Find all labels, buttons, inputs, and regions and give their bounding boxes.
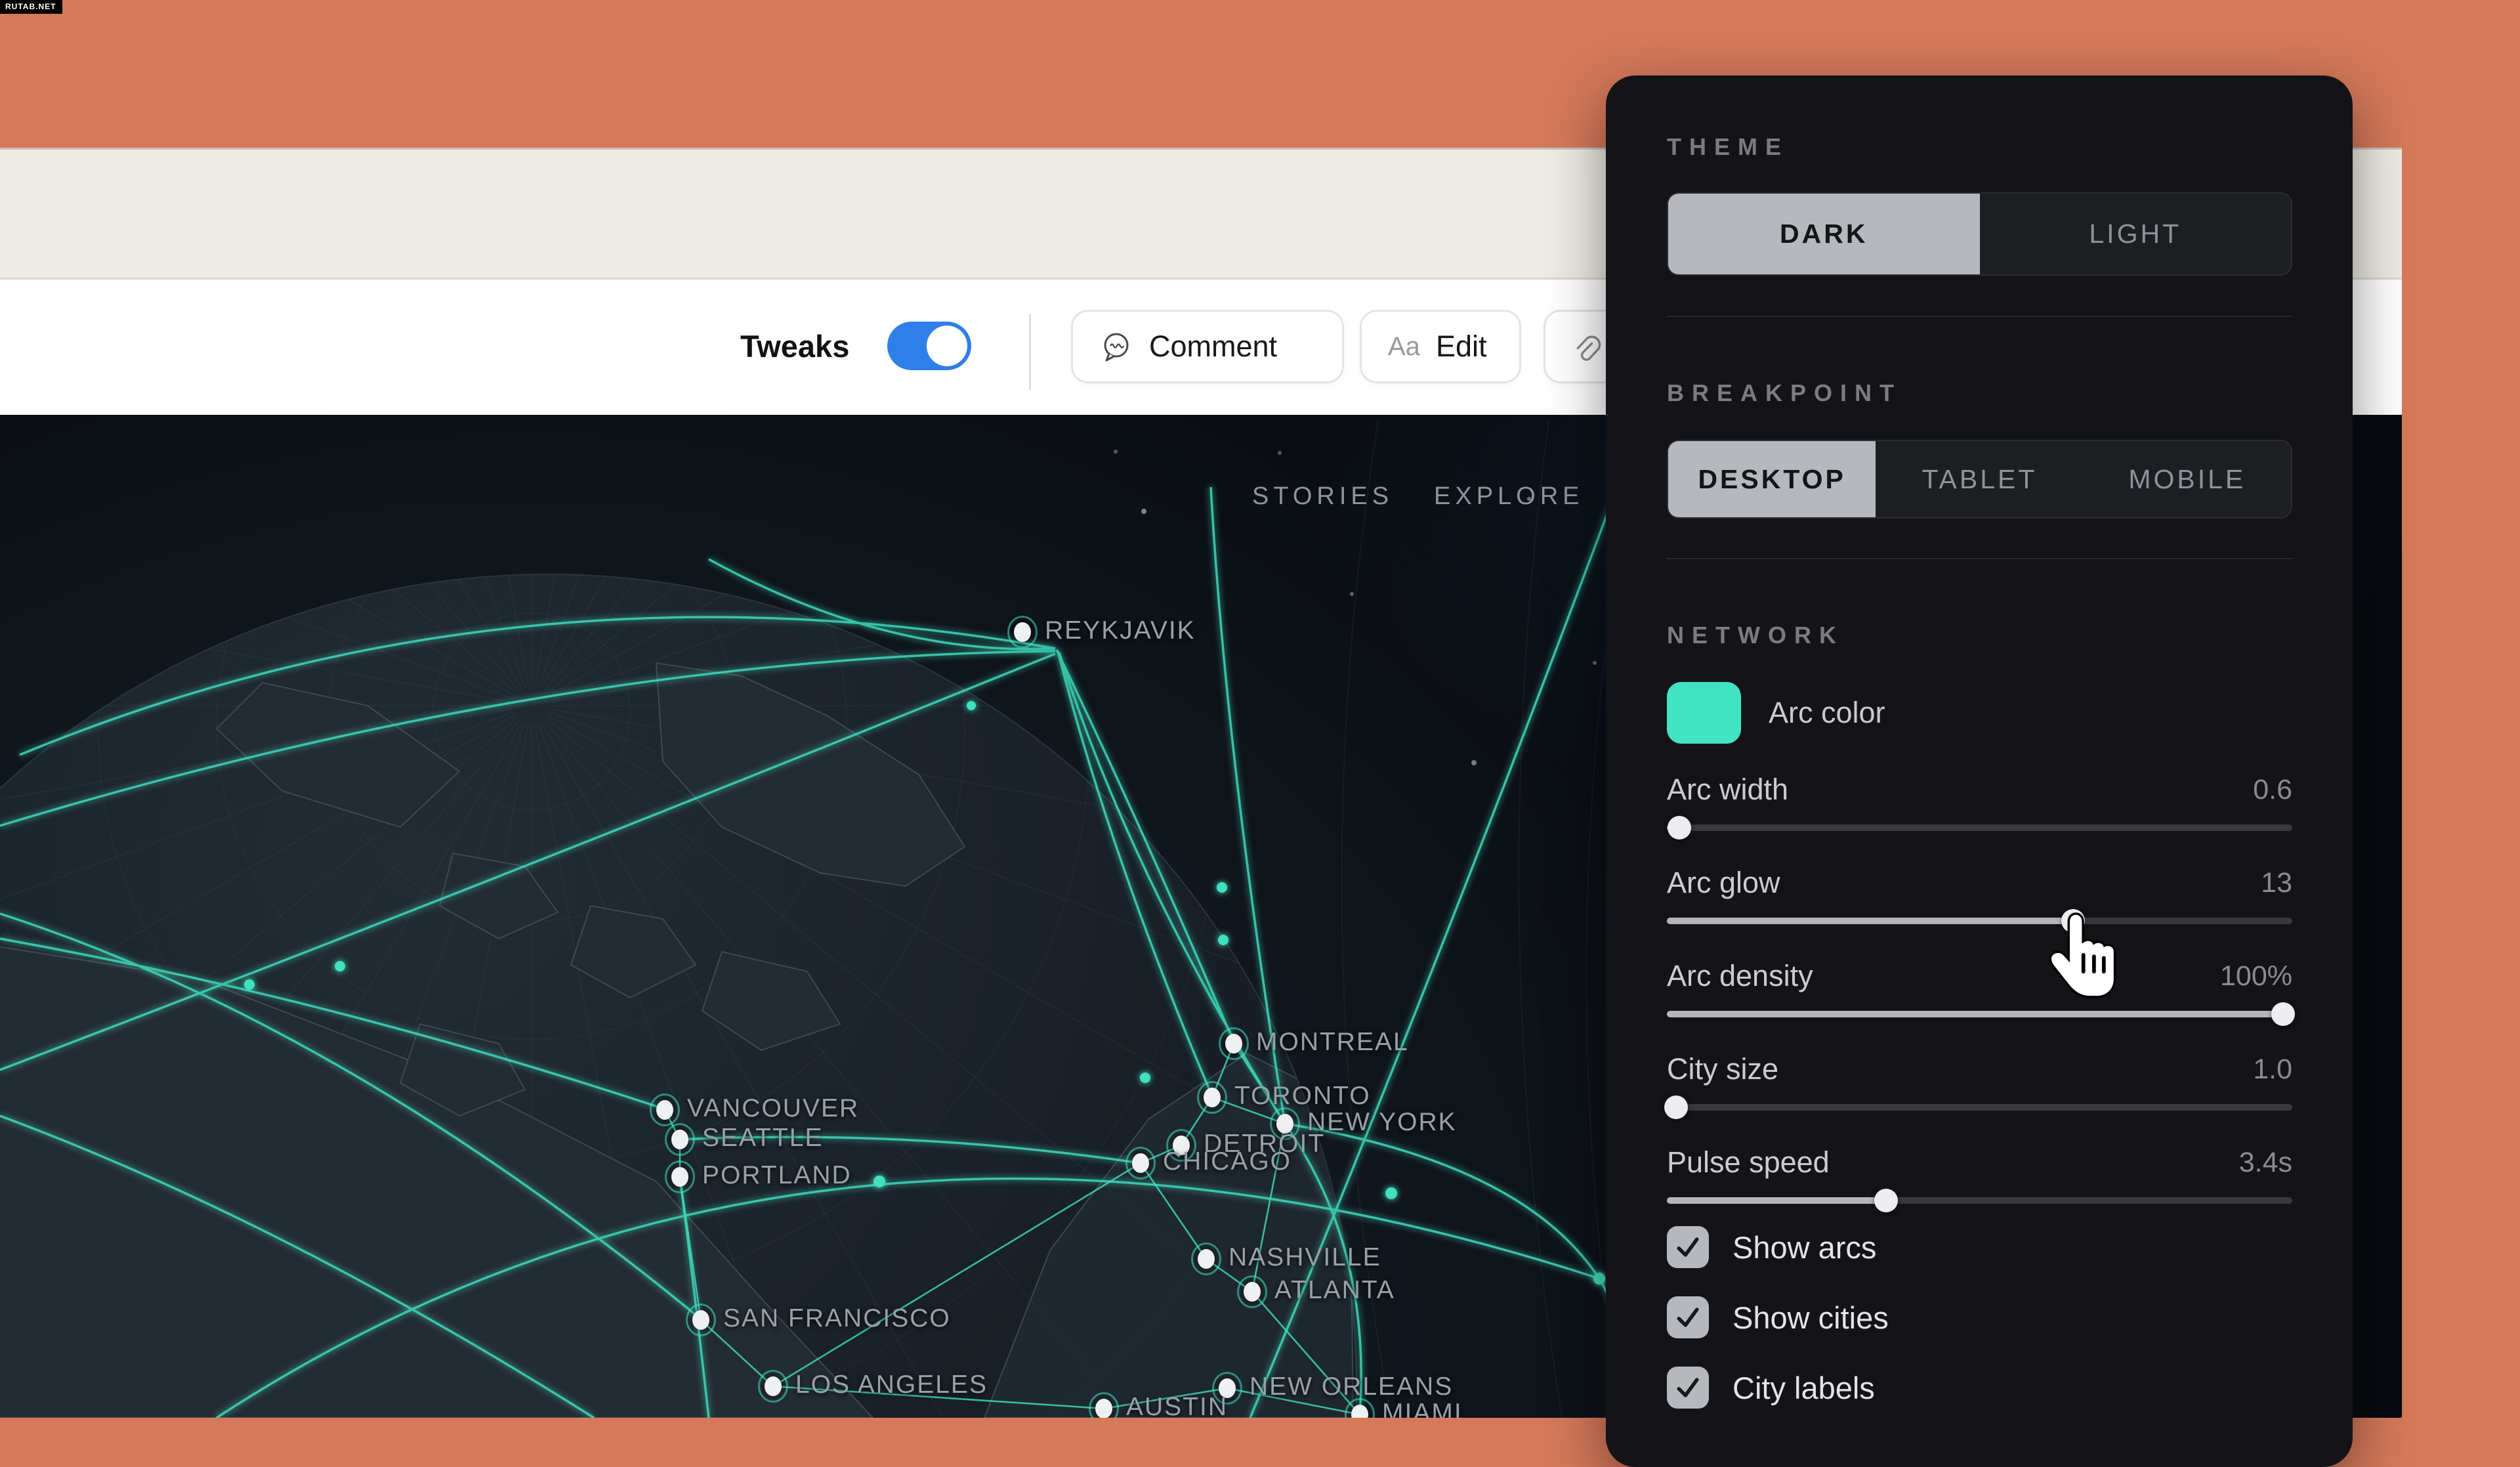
checkbox-show-arcs[interactable] [1667, 1226, 1709, 1268]
slider-track-arc-glow[interactable] [1667, 918, 2292, 924]
slider-value-arc-glow: 13 [2261, 864, 2292, 901]
slider-track-pulse-speed[interactable] [1667, 1197, 2292, 1204]
network-heading: NETWORK [1667, 622, 2292, 649]
checkbox-label-show-arcs: Show arcs [1732, 1229, 1876, 1265]
city-label: NEW YORK [1307, 1108, 1457, 1137]
checkmark-icon [1673, 1373, 1702, 1402]
slider-thumb-city-size[interactable] [1664, 1095, 1688, 1119]
city-label: NEW ORLEANS [1250, 1372, 1453, 1401]
checkbox-row-show-cities: Show cities [1667, 1296, 1889, 1338]
slider-thumb-pulse-speed[interactable] [1874, 1189, 1898, 1212]
slider-label-arc-density: Arc density [1667, 958, 1813, 994]
segment-mobile[interactable]: MOBILE [2084, 441, 2291, 517]
slider-value-arc-width: 0.6 [2253, 771, 2292, 808]
city-dot [1351, 1405, 1368, 1418]
city-label: REYKJAVIK [1045, 616, 1196, 645]
city-label: PORTLAND [702, 1161, 852, 1190]
slider-value-arc-density: 100% [2220, 958, 2292, 994]
checkbox-show-cities[interactable] [1667, 1296, 1709, 1338]
nav-explore[interactable]: EXPLORE [1434, 482, 1584, 511]
comment-button[interactable]: Comment [1071, 310, 1344, 383]
breakpoint-segmented-control: DESKTOPTABLETMOBILE [1667, 440, 2292, 519]
nav-stories[interactable]: STORIES [1252, 482, 1393, 511]
city-label: TORONTO [1234, 1082, 1371, 1111]
theme-heading: THEME [1667, 133, 2292, 161]
checkmark-icon [1673, 1233, 1702, 1262]
city-dot [671, 1130, 688, 1149]
checkbox-row-city-labels: City labels [1667, 1367, 1875, 1409]
comment-button-label: Comment [1149, 330, 1277, 364]
arc-color-label: Arc color [1769, 694, 1885, 731]
slider-label-city-size: City size [1667, 1051, 1778, 1088]
city-label: NASHVILLE [1228, 1243, 1381, 1272]
city-label: SEATTLE [702, 1124, 824, 1153]
slider-fill [1667, 1197, 1886, 1204]
slider-fill [1667, 1011, 2283, 1017]
checkmark-icon [1673, 1303, 1702, 1332]
segment-tablet[interactable]: TABLET [1876, 441, 2083, 517]
city-dot [1225, 1034, 1242, 1053]
panel-divider [1667, 316, 2292, 317]
slider-track-arc-density[interactable] [1667, 1011, 2292, 1017]
slider-thumb-arc-glow[interactable] [2061, 909, 2085, 933]
breakpoint-heading: BREAKPOINT [1667, 379, 2292, 407]
city-dot [656, 1100, 673, 1120]
city-dot [1244, 1282, 1261, 1302]
city-label: AUSTIN [1126, 1393, 1228, 1418]
checkbox-label-show-cities: Show cities [1732, 1300, 1889, 1336]
city-label: CHICAGO [1163, 1147, 1292, 1176]
city-label: ATLANTA [1274, 1276, 1395, 1305]
city-dot [765, 1376, 782, 1396]
slider-value-pulse-speed: 3.4s [2239, 1144, 2292, 1181]
edit-button[interactable]: Aa Edit [1360, 310, 1521, 383]
slider-track-city-size[interactable] [1667, 1104, 2292, 1111]
city-dot [1198, 1249, 1215, 1269]
toggle-knob [927, 326, 967, 366]
city-dot [671, 1167, 688, 1187]
city-label: LOS ANGELES [795, 1371, 988, 1399]
city-dot [1014, 622, 1031, 642]
slider-fill [1667, 918, 2073, 924]
paperclip-icon [1572, 330, 1602, 364]
segment-dark[interactable]: DARK [1668, 194, 1980, 274]
city-label: MONTREAL [1256, 1028, 1409, 1057]
checkbox-row-show-arcs: Show arcs [1667, 1226, 1876, 1268]
city-label: SAN FRANCISCO [723, 1304, 951, 1333]
checkbox-city-labels[interactable] [1667, 1367, 1709, 1409]
arc-color-swatch[interactable] [1667, 682, 1741, 744]
space-lines [1342, 420, 1628, 1418]
city-label: VANCOUVER [687, 1094, 859, 1123]
slider-label-arc-width: Arc width [1667, 771, 1788, 808]
text-style-icon: Aa [1388, 332, 1420, 362]
watermark-badge: RUTAB.NET [0, 0, 62, 14]
city-dot [1204, 1088, 1221, 1107]
panel-divider [1667, 558, 2292, 559]
comment-icon [1099, 330, 1133, 364]
city-dot [692, 1310, 709, 1330]
tweaks-toggle[interactable] [887, 322, 971, 370]
tweaks-settings-panel: THEME DARKLIGHT BREAKPOINT DESKTOPTABLET… [1606, 75, 2353, 1467]
toolbar-divider [1029, 314, 1031, 390]
city-dot [1132, 1153, 1149, 1173]
slider-thumb-arc-density[interactable] [2271, 1002, 2295, 1026]
slider-label-pulse-speed: Pulse speed [1667, 1144, 1830, 1181]
city-label: MIAMI [1382, 1399, 1463, 1418]
slider-thumb-arc-width[interactable] [1668, 816, 1691, 840]
checkbox-label-city-labels: City labels [1732, 1370, 1875, 1406]
segment-desktop[interactable]: DESKTOP [1668, 441, 1876, 517]
theme-segmented-control: DARKLIGHT [1667, 192, 2292, 276]
tweaks-label: Tweaks [740, 328, 849, 364]
city-dot [1095, 1399, 1112, 1418]
slider-value-city-size: 1.0 [2253, 1051, 2292, 1088]
edit-button-label: Edit [1436, 330, 1487, 364]
slider-track-arc-width[interactable] [1667, 824, 2292, 831]
slider-label-arc-glow: Arc glow [1667, 864, 1780, 901]
segment-light[interactable]: LIGHT [1980, 194, 2292, 274]
